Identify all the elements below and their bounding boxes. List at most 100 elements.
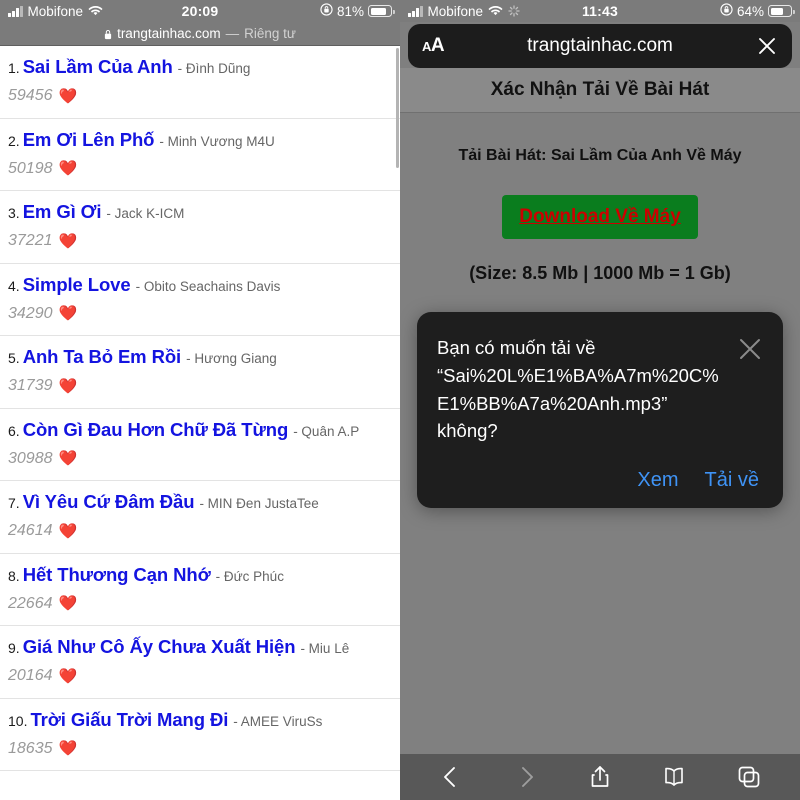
battery-icon (768, 5, 795, 17)
left-status-bar: Mobifone 20:09 81% (0, 0, 400, 22)
song-view-count: 59456 (8, 87, 53, 104)
book-icon[interactable] (661, 764, 687, 790)
song-artist: - Hương Giang (186, 351, 277, 366)
list-item[interactable]: 10. Trời Giấu Trời Mang Đi - AMEE ViruSs… (0, 699, 400, 771)
tabs-icon[interactable] (736, 764, 762, 790)
song-title-link[interactable]: Anh Ta Bỏ Em Rồi (23, 346, 181, 368)
heart-icon: ❤️ (58, 87, 78, 105)
song-view-count: 20164 (8, 667, 53, 684)
dialog-view-button[interactable]: Xem (637, 469, 678, 492)
vertical-scrollbar[interactable] (395, 48, 399, 168)
song-meta-line: 34290 ❤️ (8, 305, 392, 323)
list-item[interactable]: 5. Anh Ta Bỏ Em Rồi - Hương Giang 31739 … (0, 336, 400, 409)
song-artist: - AMEE ViruSs (233, 713, 323, 729)
left-url-bar[interactable]: trangtainhac.com — Riêng tư (0, 22, 400, 46)
song-rank: 5. (8, 350, 20, 366)
battery-icon (368, 5, 395, 17)
song-view-count: 24614 (8, 522, 53, 539)
song-view-count: 34290 (8, 304, 53, 322)
file-size-note: (Size: 8.5 Mb | 1000 Mb = 1 Gb) (469, 263, 731, 283)
song-title-line: 1. Sai Lầm Của Anh - Đình Dũng (8, 56, 392, 78)
song-title-link[interactable]: Trời Giấu Trời Mang Đi (30, 709, 228, 731)
status-bar-right-group: 64% (720, 0, 795, 22)
song-view-count: 30988 (8, 449, 53, 467)
song-title-link[interactable]: Simple Love (23, 274, 131, 296)
song-meta-line: 31739 ❤️ (8, 377, 392, 395)
song-artist: - Quân A.P (293, 423, 360, 439)
heart-icon: ❤️ (58, 305, 78, 322)
song-meta-line: 30988 ❤️ (8, 450, 392, 468)
song-title-link[interactable]: Em Ơi Lên Phố (23, 129, 155, 151)
song-title-link[interactable]: Giá Như Cô Ấy Chưa Xuất Hiện (23, 636, 296, 658)
close-icon[interactable] (737, 336, 763, 362)
list-item[interactable]: 2. Em Ơi Lên Phố - Minh Vương M4U 50198 … (0, 119, 400, 191)
song-view-count: 50198 (8, 159, 53, 177)
heart-icon: ❤️ (58, 450, 78, 467)
song-artist: - Minh Vương M4U (159, 133, 275, 149)
list-item[interactable]: 6. Còn Gì Đau Hơn Chữ Đã Từng - Quân A.P… (0, 409, 400, 481)
lock-icon (104, 28, 112, 40)
private-mode-label: Riêng tư (244, 26, 296, 41)
song-artist: - MIN Đen JustaTee (199, 496, 319, 511)
song-rank: 7. (8, 495, 20, 511)
left-phone-panel: Mobifone 20:09 81% trangtainhac.com — Ri… (0, 0, 400, 800)
dialog-actions: Xem Tải về (437, 469, 763, 492)
song-meta-line: 18635 ❤️ (8, 740, 392, 758)
url-separator: — (225, 26, 240, 41)
song-artist: - Đức Phúc (215, 568, 284, 584)
song-view-count: 31739 (8, 377, 53, 394)
dialog-message: Bạn có muốn tải về “Sai%20L%E1%BA%A7m%20… (437, 337, 719, 442)
song-artist: - Jack K-ICM (106, 206, 185, 221)
song-view-count: 18635 (8, 739, 53, 757)
song-title-line: 7. Vì Yêu Cứ Đâm Đầu - MIN Đen JustaTee (8, 491, 392, 513)
safari-bottom-toolbar (400, 754, 800, 800)
song-title-link[interactable]: Em Gì Ơi (23, 201, 102, 223)
list-item[interactable]: 7. Vì Yêu Cứ Đâm Đầu - MIN Đen JustaTee … (0, 481, 400, 554)
close-icon[interactable] (756, 35, 778, 57)
song-title-line: 8. Hết Thương Cạn Nhớ - Đức Phúc (8, 564, 392, 586)
heart-icon: ❤️ (58, 595, 78, 612)
list-item[interactable]: 9. Giá Như Cô Ấy Chưa Xuất Hiện - Miu Lê… (0, 626, 400, 699)
list-item[interactable]: 1. Sai Lầm Của Anh - Đình Dũng 59456 ❤️ (0, 46, 400, 119)
heart-icon: ❤️ (58, 740, 78, 757)
chevron-left-icon[interactable] (438, 764, 464, 790)
song-title-line: 9. Giá Như Cô Ấy Chưa Xuất Hiện - Miu Lê (8, 636, 392, 658)
song-meta-line: 50198 ❤️ (8, 160, 392, 178)
heart-icon: ❤️ (58, 232, 78, 250)
text-size-button[interactable]: AA (422, 35, 445, 57)
heart-icon: ❤️ (58, 522, 78, 540)
song-artist: - Miu Lê (300, 641, 350, 656)
song-rank: 8. (8, 567, 20, 584)
list-item[interactable]: 8. Hết Thương Cạn Nhớ - Đức Phúc 22664 ❤… (0, 554, 400, 626)
text-size-large-a: A (430, 35, 445, 56)
page-header: Xác Nhận Tải Về Bài Hát (400, 68, 800, 113)
song-rank: 10. (8, 712, 28, 729)
page-subtitle: Tải Bài Hát: Sai Lầm Của Anh Về Máy (458, 147, 742, 164)
battery-percent-label: 64% (736, 3, 764, 19)
right-phone-panel: Mobifone 11:43 64% A A trangtainhac.com … (400, 0, 800, 800)
status-bar-right-group: 81% (320, 0, 395, 22)
safari-address-bar[interactable]: AA trangtainhac.com (408, 24, 792, 68)
download-button[interactable]: Download Về Máy (502, 195, 698, 239)
song-title-link[interactable]: Vì Yêu Cứ Đâm Đầu (23, 491, 195, 513)
heart-icon: ❤️ (58, 160, 78, 177)
song-list[interactable]: 1. Sai Lầm Của Anh - Đình Dũng 59456 ❤️ … (0, 46, 400, 800)
battery-percent-label: 81% (336, 3, 364, 19)
chevron-right-icon[interactable] (513, 764, 539, 790)
song-title-link[interactable]: Hết Thương Cạn Nhớ (23, 564, 211, 586)
song-title-line: 4. Simple Love - Obito Seachains Davis (8, 274, 392, 296)
song-title-line: 5. Anh Ta Bỏ Em Rồi - Hương Giang (8, 346, 392, 368)
download-button-wrap: Download Về Máy (400, 195, 800, 239)
song-meta-line: 20164 ❤️ (8, 667, 392, 685)
page-title: Xác Nhận Tải Về Bài Hát (490, 79, 710, 100)
list-item[interactable]: 3. Em Gì Ơi - Jack K-ICM 37221 ❤️ (0, 191, 400, 264)
song-view-count: 37221 (8, 232, 53, 249)
song-title-line: 3. Em Gì Ơi - Jack K-ICM (8, 201, 392, 223)
dialog-download-button[interactable]: Tải về (705, 469, 759, 492)
song-rank: 2. (8, 132, 20, 149)
list-item[interactable]: 4. Simple Love - Obito Seachains Davis 3… (0, 264, 400, 336)
song-title-line: 6. Còn Gì Đau Hơn Chữ Đã Từng - Quân A.P (8, 419, 392, 441)
song-title-link[interactable]: Còn Gì Đau Hơn Chữ Đã Từng (23, 419, 289, 441)
share-icon[interactable] (587, 764, 613, 790)
song-title-link[interactable]: Sai Lầm Của Anh (23, 56, 173, 78)
